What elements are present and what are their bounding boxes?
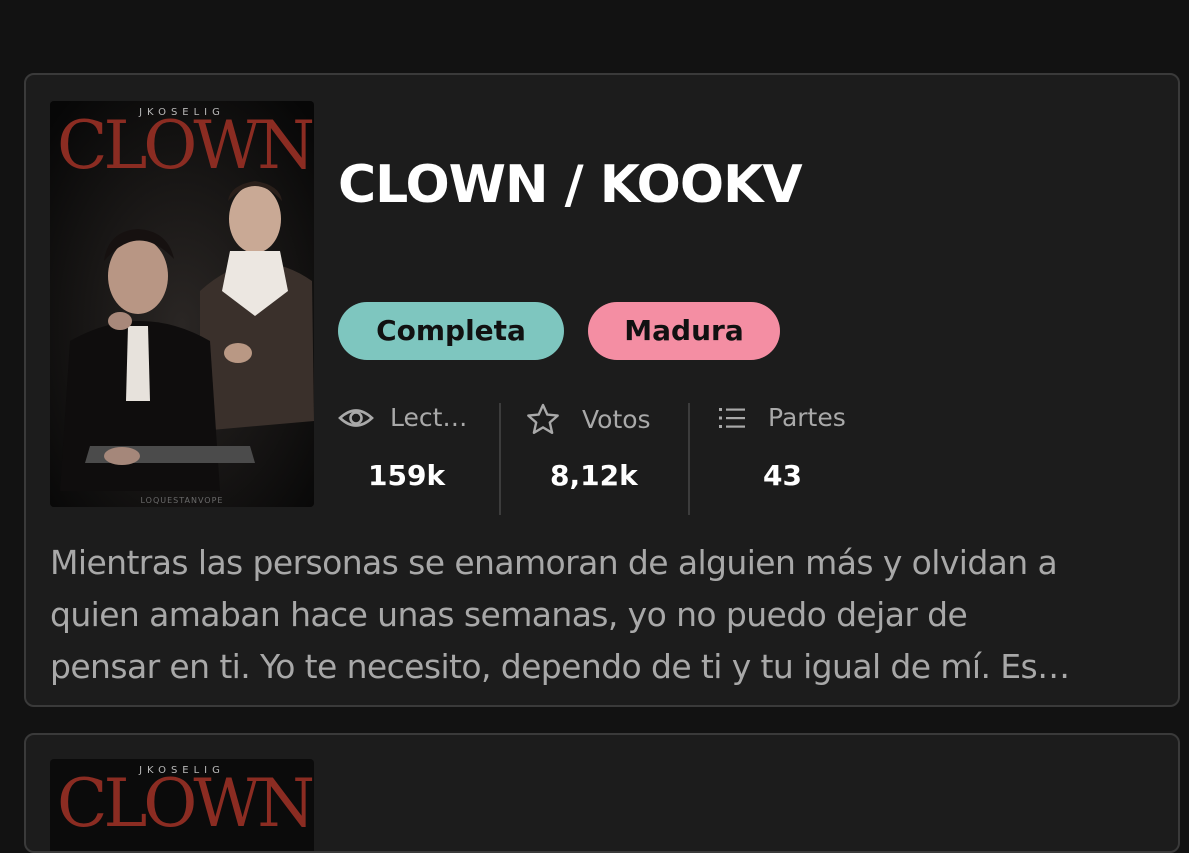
stat-divider xyxy=(688,403,690,515)
star-icon xyxy=(526,403,560,435)
next-story-cover-image[interactable]: JKOSELIG CLOWN xyxy=(50,759,314,851)
completed-tag: Completa xyxy=(338,302,564,360)
parts-stat: Partes 43 xyxy=(718,403,878,515)
description-line: pensar en ti. Yo te necesito, dependo de… xyxy=(50,647,1070,686)
votes-value: 8,12k xyxy=(550,459,638,492)
reads-label: Lect… xyxy=(390,403,468,432)
reads-stat: Lect… 159k xyxy=(338,403,488,515)
votes-label: Votos xyxy=(582,404,651,434)
parts-value: 43 xyxy=(763,459,802,492)
description-line: Mientras las personas se enamoran de alg… xyxy=(50,543,1058,582)
votes-stat: Votos 8,12k xyxy=(526,403,686,515)
description-line: quien amaban hace unas semanas, yo no pu… xyxy=(50,595,968,634)
cover-footer-text: LOQUESTANVOPE xyxy=(140,496,224,505)
cover-title-text: CLOWN xyxy=(56,107,314,184)
reads-value: 159k xyxy=(368,459,446,492)
next-story-card[interactable]: JKOSELIG CLOWN xyxy=(24,733,1180,853)
stat-divider xyxy=(499,403,501,515)
list-icon xyxy=(718,406,746,430)
mature-tag: Madura xyxy=(588,302,780,360)
eye-icon xyxy=(338,405,374,431)
story-cover-image[interactable]: JKOSELIG CLOWN LOQUESTANVOPE xyxy=(50,101,314,507)
parts-label: Partes xyxy=(768,403,846,432)
cover-title-text: CLOWN xyxy=(56,765,314,842)
story-title[interactable]: CLOWN / KOOKV xyxy=(338,155,803,215)
story-card[interactable]: JKOSELIG CLOWN LOQUESTANVOPE CLOWN / KOO… xyxy=(24,73,1180,707)
story-description: Mientras las personas se enamoran de alg… xyxy=(50,537,1160,693)
